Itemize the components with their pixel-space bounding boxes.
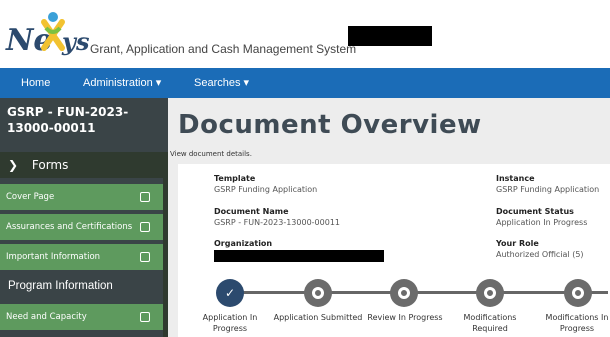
forms-toggle[interactable]: ❯ Forms bbox=[0, 152, 168, 178]
main-content: Document Overview View document details.… bbox=[168, 98, 610, 337]
redacted-organization bbox=[214, 250, 384, 262]
your-role-value: Authorized Official (5) bbox=[496, 250, 584, 259]
organization-label: Organization bbox=[214, 239, 273, 248]
chevron-down-icon: ❯ bbox=[8, 158, 19, 172]
svg-text:ys: ys bbox=[61, 27, 90, 56]
nav-administration[interactable]: Administration ▾ bbox=[83, 68, 161, 98]
top-nav: Home Administration ▾ Searches ▾ bbox=[0, 68, 610, 98]
step-label: Application In Progress bbox=[202, 313, 258, 333]
nav-searches[interactable]: Searches ▾ bbox=[194, 68, 249, 98]
sidebar-item-need-and-capacity[interactable]: Need and Capacity bbox=[0, 304, 163, 330]
sidebar-document-id: GSRP - FUN-2023-13000-00011 bbox=[7, 105, 129, 135]
forms-label: Forms bbox=[31, 158, 69, 172]
step-label: Review In Progress bbox=[367, 313, 443, 322]
document-status-value: Application In Progress bbox=[496, 218, 588, 227]
sidebar-item-assurances[interactable]: Assurances and Certifications bbox=[0, 214, 163, 240]
step-modifications-in-progress bbox=[564, 279, 592, 307]
step-label: Application Submitted bbox=[273, 313, 363, 322]
redacted-block bbox=[348, 26, 432, 46]
app-tagline: Grant, Application and Cash Management S… bbox=[90, 42, 357, 56]
status-checkbox-icon bbox=[140, 312, 150, 322]
step-application-submitted bbox=[304, 279, 332, 307]
document-name-label: Document Name bbox=[214, 207, 289, 216]
step-pending-icon bbox=[312, 287, 324, 299]
instance-label: Instance bbox=[496, 174, 535, 183]
document-status-label: Document Status bbox=[496, 207, 574, 216]
checkmark-icon: ✓ bbox=[224, 286, 236, 300]
step-label: Modifications Required bbox=[463, 313, 517, 333]
nexsys-logo[interactable]: Ne ys bbox=[4, 6, 94, 64]
your-role-label: Your Role bbox=[496, 239, 539, 248]
sidebar-section-program-information: Program Information bbox=[0, 272, 168, 300]
step-review-in-progress bbox=[390, 279, 418, 307]
instance-value: GSRP Funding Application bbox=[496, 185, 600, 194]
step-application-in-progress: ✓ bbox=[216, 279, 244, 307]
document-name-value: GSRP - FUN-2023-13000-00011 bbox=[214, 218, 340, 227]
nav-home[interactable]: Home bbox=[21, 68, 50, 98]
template-value: GSRP Funding Application bbox=[214, 185, 318, 194]
status-checkbox-icon bbox=[140, 222, 150, 232]
page-subtitle: View document details. bbox=[170, 150, 252, 158]
step-modifications-required bbox=[476, 279, 504, 307]
sidebar-item-important-information[interactable]: Important Information bbox=[0, 244, 163, 270]
document-details-card: Template GSRP Funding Application Instan… bbox=[178, 164, 610, 337]
sidebar-item-label: Cover Page bbox=[6, 192, 55, 202]
step-label: Modifications In Progress bbox=[545, 313, 609, 333]
step-pending-icon bbox=[484, 287, 496, 299]
step-pending-icon bbox=[572, 287, 584, 299]
sidebar: GSRP - FUN-2023-13000-00011 ❯ Forms Cove… bbox=[0, 98, 168, 337]
template-label: Template bbox=[214, 174, 256, 183]
status-checkbox-icon bbox=[140, 192, 150, 202]
status-checkbox-icon bbox=[140, 252, 150, 262]
sidebar-item-label: Important Information bbox=[6, 252, 101, 262]
page-title: Document Overview bbox=[178, 110, 482, 140]
step-pending-icon bbox=[398, 287, 410, 299]
sidebar-item-label: Assurances and Certifications bbox=[6, 222, 133, 232]
sidebar-item-cover-page[interactable]: Cover Page bbox=[0, 184, 163, 210]
sidebar-item-label: Need and Capacity bbox=[6, 312, 87, 322]
app-header: Ne ys Grant, Application and Cash Manage… bbox=[0, 0, 610, 68]
progress-track bbox=[228, 291, 608, 294]
